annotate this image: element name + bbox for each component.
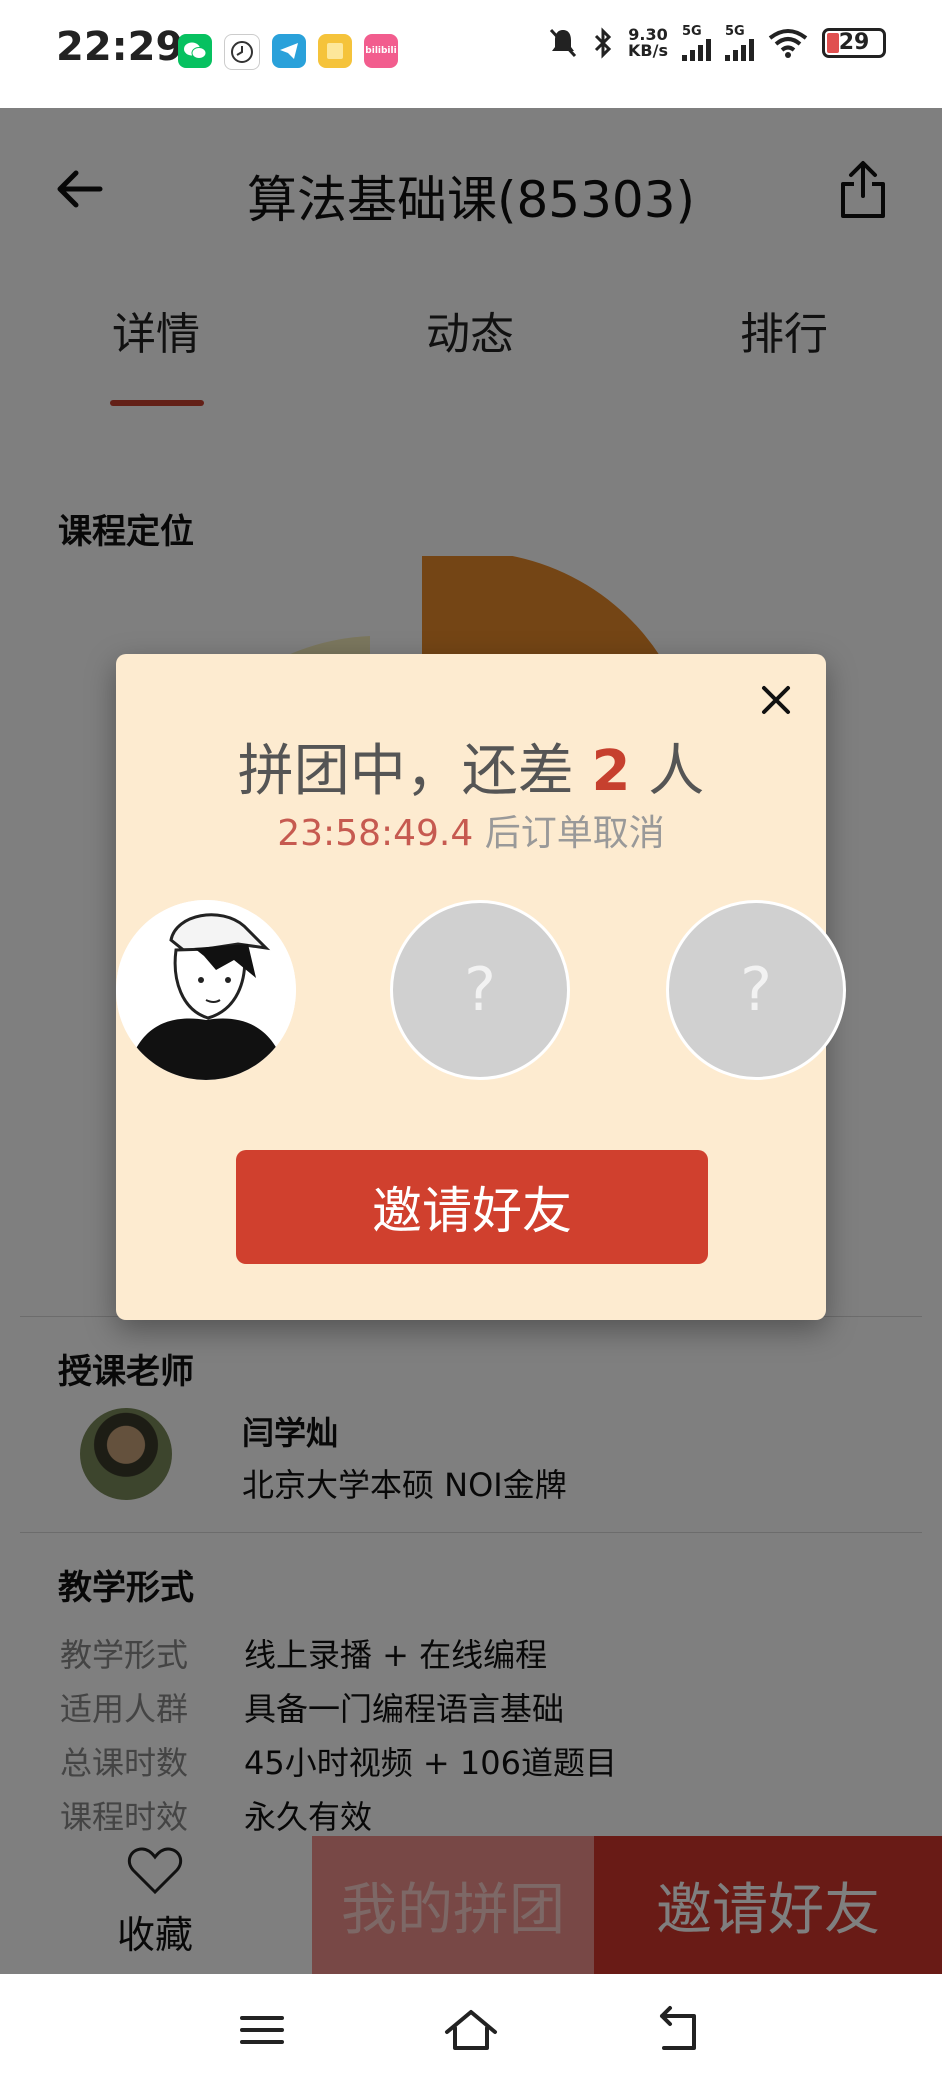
back-icon[interactable] — [650, 2002, 710, 2058]
battery-icon: 29 — [822, 27, 886, 58]
empty-member-slot: ? — [390, 900, 570, 1080]
network-type-1: 5G — [682, 24, 702, 39]
menu-icon[interactable] — [232, 2002, 292, 2058]
clock-icon — [224, 34, 260, 70]
mute-icon — [549, 28, 577, 57]
bilibili-icon: bilibili — [364, 34, 398, 68]
group-buy-dialog: 拼团中，还差 2 人 23:58:49.4 后订单取消 ? ? 邀请好友 — [116, 654, 846, 1320]
network-type-2: 5G — [725, 24, 745, 39]
wechat-icon — [178, 34, 212, 68]
avatar-illustration — [116, 900, 296, 1080]
status-app-icons: bilibili — [178, 34, 398, 70]
signal-icon-1 — [682, 39, 711, 61]
home-icon[interactable] — [441, 2002, 501, 2058]
wifi-icon — [768, 28, 808, 58]
status-right: 9.30 KB/s 5G 5G 29 — [548, 24, 886, 61]
member-avatar — [116, 900, 296, 1080]
telegram-icon — [272, 34, 306, 68]
countdown-timer: 23:58:49.4 — [277, 813, 474, 854]
remaining-count: 2 — [591, 739, 631, 804]
notes-icon — [318, 34, 352, 68]
empty-member-slot: ? — [666, 900, 846, 1080]
close-icon[interactable] — [756, 680, 796, 720]
network-speed: 9.30 KB/s — [628, 24, 668, 60]
signal-icon-2 — [725, 39, 754, 61]
system-nav-bar — [0, 1974, 942, 2084]
invite-friends-button[interactable]: 邀请好友 — [236, 1150, 708, 1264]
bluetooth-icon — [594, 26, 612, 59]
dialog-title: 拼团中，还差 2 人 — [237, 739, 705, 804]
status-time: 22:29 — [56, 24, 184, 70]
status-bar: 22:29 bilibili 9.30 KB/s 5G 5G 29 — [0, 0, 942, 108]
dialog-countdown: 23:58:49.4 后订单取消 — [277, 813, 665, 854]
